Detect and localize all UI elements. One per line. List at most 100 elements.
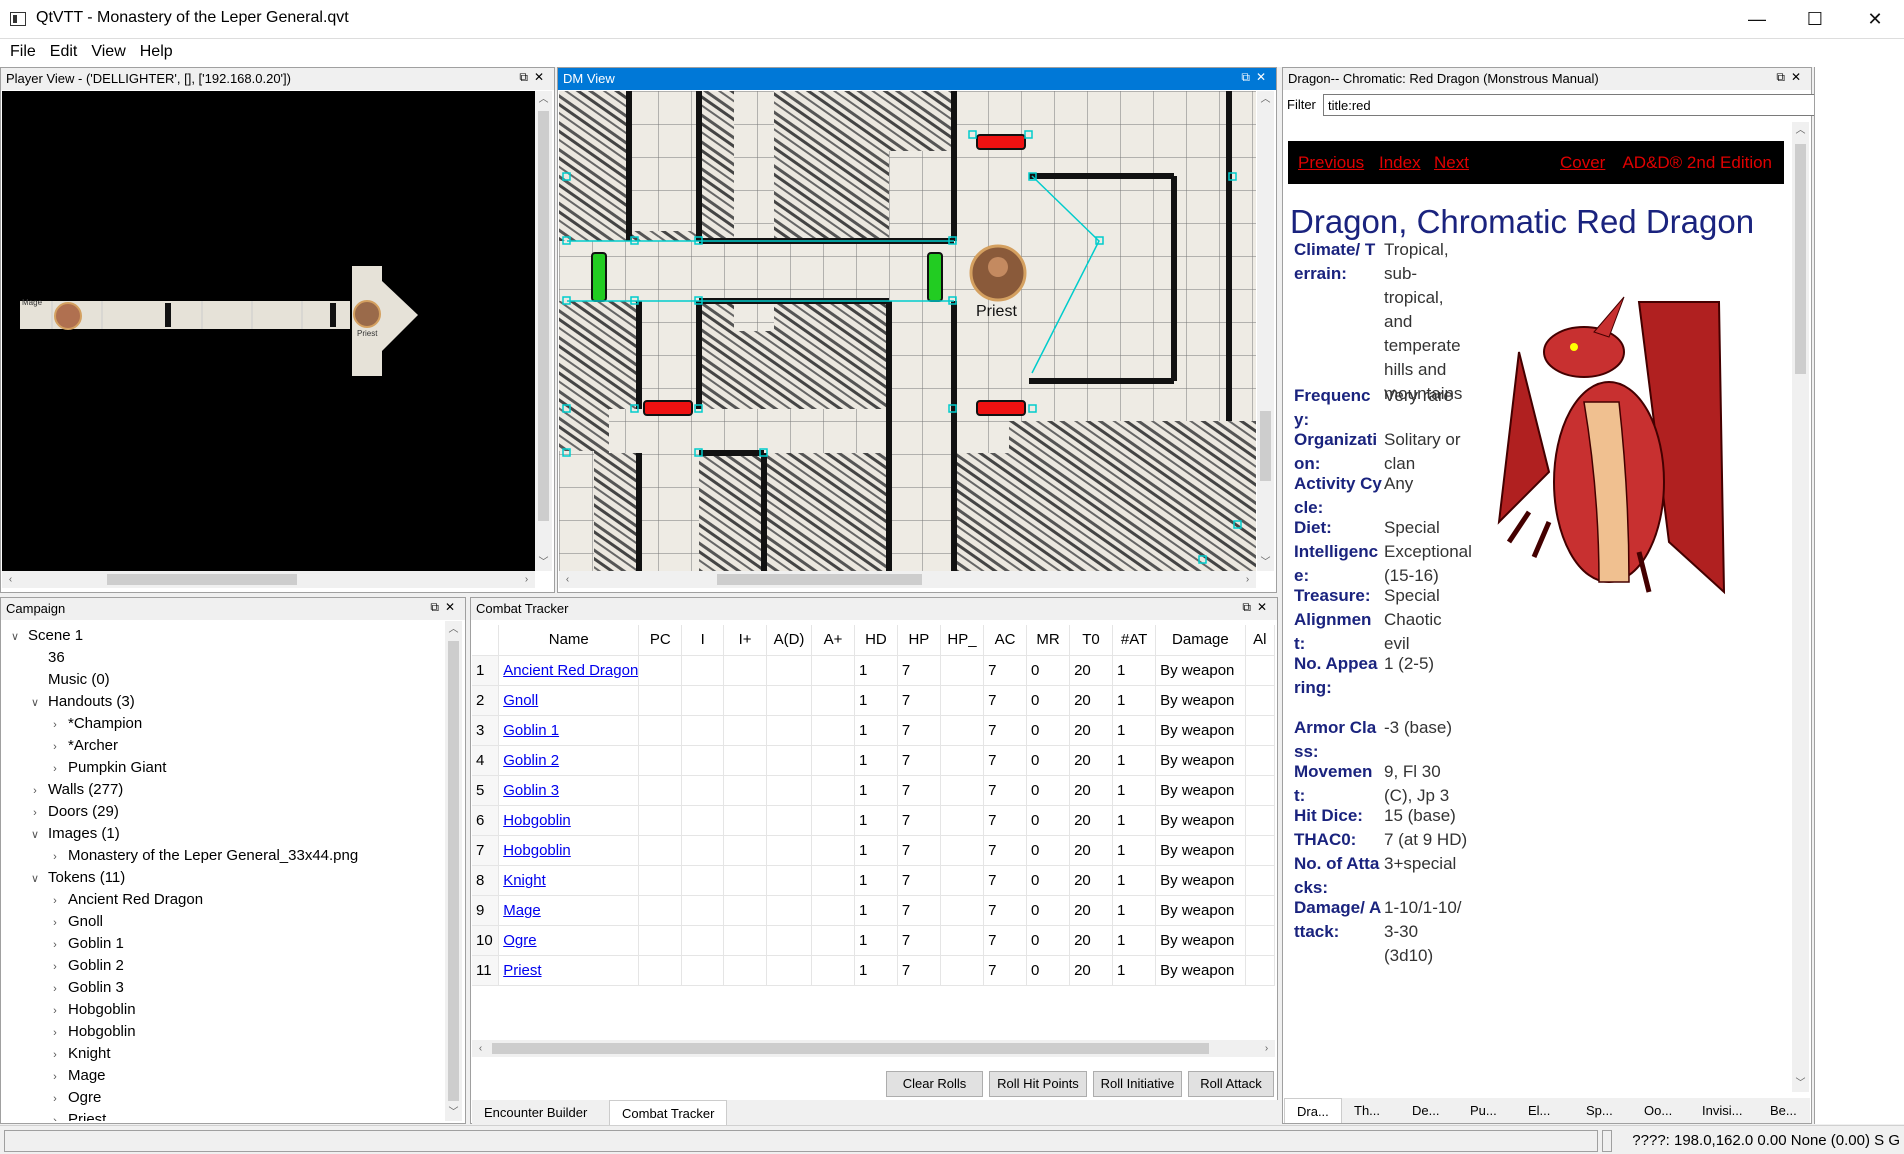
table-cell[interactable]: 7 bbox=[983, 865, 1028, 896]
table-cell[interactable] bbox=[681, 745, 725, 776]
table-row[interactable]: 9 Mage 1 7 7 0 20 1 By weapon bbox=[472, 895, 1275, 926]
table-cell[interactable]: Ogre bbox=[498, 925, 640, 956]
table-cell[interactable]: 20 bbox=[1069, 685, 1113, 716]
table-cell[interactable] bbox=[766, 685, 813, 716]
table-row[interactable]: 11 Priest 1 7 7 0 20 1 By weapon bbox=[472, 955, 1275, 986]
chevron-right-icon[interactable]: › bbox=[48, 846, 62, 868]
maximize-button[interactable]: ☐ bbox=[1786, 0, 1844, 39]
panel-buttons[interactable]: ⧉✕ bbox=[1242, 600, 1273, 615]
monster-tab[interactable]: Invisi... bbox=[1690, 1098, 1754, 1123]
combatant-link[interactable]: Hobgoblin bbox=[503, 812, 571, 829]
table-cell[interactable] bbox=[811, 925, 855, 956]
mage-token[interactable] bbox=[54, 302, 82, 330]
table-cell[interactable]: By weapon bbox=[1155, 715, 1246, 746]
column-header[interactable]: AC bbox=[983, 625, 1028, 656]
table-cell[interactable] bbox=[766, 745, 813, 776]
table-cell[interactable] bbox=[940, 805, 985, 836]
table-row[interactable]: 5 Goblin 3 1 7 7 0 20 1 By weapon bbox=[472, 775, 1275, 806]
table-cell[interactable] bbox=[811, 655, 855, 686]
tree-item[interactable]: › Goblin 3 bbox=[2, 977, 124, 999]
tree-item[interactable]: › Gnoll bbox=[2, 911, 103, 933]
table-cell[interactable]: Hobgoblin bbox=[498, 835, 640, 866]
tab-combat-tracker[interactable]: Combat Tracker bbox=[609, 1100, 728, 1125]
table-cell[interactable] bbox=[811, 745, 855, 776]
roll-initiative-button[interactable]: Roll Initiative bbox=[1093, 1071, 1182, 1097]
table-cell[interactable]: 7 bbox=[983, 895, 1028, 926]
table-cell[interactable]: By weapon bbox=[1155, 835, 1246, 866]
table-cell[interactable]: 1 bbox=[1112, 955, 1157, 986]
table-cell[interactable] bbox=[638, 685, 683, 716]
table-cell[interactable]: 20 bbox=[1069, 865, 1113, 896]
chevron-right-icon[interactable]: › bbox=[48, 736, 62, 758]
table-cell[interactable]: 0 bbox=[1026, 955, 1071, 986]
tree-item[interactable]: › Hobgoblin bbox=[2, 1021, 135, 1043]
tree-item[interactable]: › Hobgoblin bbox=[2, 999, 135, 1021]
table-cell[interactable]: 1 bbox=[1112, 655, 1157, 686]
table-cell[interactable] bbox=[766, 925, 813, 956]
table-cell[interactable]: 7 bbox=[897, 835, 941, 866]
table-cell[interactable] bbox=[681, 655, 725, 686]
combatant-link[interactable]: Mage bbox=[503, 902, 541, 919]
table-cell[interactable]: Knight bbox=[498, 865, 640, 896]
table-cell[interactable]: 0 bbox=[1026, 835, 1071, 866]
chevron-down-icon[interactable]: ∨ bbox=[28, 692, 42, 714]
combatant-link[interactable]: Ancient Red Dragon bbox=[503, 662, 638, 679]
table-cell[interactable] bbox=[638, 925, 683, 956]
player-view-canvas[interactable]: Mage Priest bbox=[2, 91, 535, 571]
column-header[interactable]: I bbox=[681, 625, 725, 656]
combat-grid[interactable]: Name PC I I+ A(D) A+ HD HP HP_ AC MR T0 #AT Damage Al … bbox=[472, 625, 1275, 1035]
tree-item[interactable]: › *Champion bbox=[2, 713, 142, 735]
tree-item[interactable]: › Walls (277) bbox=[2, 779, 123, 801]
table-cell[interactable]: 1 bbox=[1112, 685, 1157, 716]
nav-previous[interactable]: Previous bbox=[1298, 153, 1364, 173]
table-cell[interactable] bbox=[811, 715, 855, 746]
combatant-link[interactable]: Hobgoblin bbox=[503, 842, 571, 859]
tree-item[interactable]: › Ancient Red Dragon bbox=[2, 889, 203, 911]
row-number[interactable]: 1 bbox=[472, 655, 500, 686]
door-open[interactable] bbox=[927, 252, 943, 302]
table-cell[interactable]: 0 bbox=[1026, 805, 1071, 836]
table-cell[interactable]: 20 bbox=[1069, 775, 1113, 806]
nav-index[interactable]: Index bbox=[1379, 153, 1421, 173]
table-cell[interactable]: 1 bbox=[1112, 835, 1157, 866]
table-cell[interactable]: Ancient Red Dragon bbox=[498, 655, 640, 686]
tree-item[interactable]: › Priest bbox=[2, 1109, 106, 1121]
table-cell[interactable]: By weapon bbox=[1155, 775, 1246, 806]
table-cell[interactable]: 7 bbox=[897, 805, 941, 836]
table-cell[interactable]: 7 bbox=[897, 925, 941, 956]
table-row[interactable]: 6 Hobgoblin 1 7 7 0 20 1 By weapon bbox=[472, 805, 1275, 836]
table-cell[interactable]: 0 bbox=[1026, 865, 1071, 896]
table-cell[interactable] bbox=[723, 805, 767, 836]
dm-map[interactable]: Priest bbox=[559, 91, 1256, 571]
roll-hit-points-button[interactable]: Roll Hit Points bbox=[989, 1071, 1087, 1097]
table-cell[interactable] bbox=[940, 925, 985, 956]
table-cell[interactable]: By weapon bbox=[1155, 865, 1246, 896]
table-cell[interactable]: 0 bbox=[1026, 685, 1071, 716]
table-cell[interactable]: 20 bbox=[1069, 925, 1113, 956]
tree-item[interactable]: › Knight bbox=[2, 1043, 110, 1066]
table-cell[interactable] bbox=[940, 715, 985, 746]
table-cell[interactable]: By weapon bbox=[1155, 745, 1246, 776]
table-cell[interactable] bbox=[1245, 925, 1275, 956]
table-cell[interactable] bbox=[811, 835, 855, 866]
table-cell[interactable]: 20 bbox=[1069, 805, 1113, 836]
table-cell[interactable]: 20 bbox=[1069, 745, 1113, 776]
monster-tab[interactable]: Oo... bbox=[1632, 1098, 1684, 1123]
campaign-tree[interactable]: ∨ Scene 1 36 Music (0) ∨ Handouts (3) › *Champi… bbox=[2, 621, 445, 1121]
table-cell[interactable]: 7 bbox=[897, 775, 941, 806]
combatant-link[interactable]: Goblin 1 bbox=[503, 722, 559, 739]
priest-token[interactable] bbox=[353, 300, 381, 328]
table-cell[interactable]: Mage bbox=[498, 895, 640, 926]
panel-buttons[interactable]: ⧉✕ bbox=[519, 70, 550, 85]
table-cell[interactable]: 1 bbox=[854, 805, 898, 836]
chevron-right-icon[interactable]: › bbox=[48, 956, 62, 978]
tree-item[interactable]: › *Archer bbox=[2, 735, 118, 757]
table-cell[interactable]: 1 bbox=[1112, 715, 1157, 746]
row-number[interactable]: 7 bbox=[472, 835, 500, 866]
table-cell[interactable] bbox=[681, 955, 725, 986]
chevron-right-icon[interactable]: › bbox=[48, 1044, 62, 1066]
combatant-link[interactable]: Gnoll bbox=[503, 692, 538, 709]
tree-item[interactable]: › Doors (29) bbox=[2, 801, 119, 823]
table-cell[interactable]: 7 bbox=[983, 745, 1028, 776]
chevron-right-icon[interactable]: › bbox=[48, 758, 62, 780]
